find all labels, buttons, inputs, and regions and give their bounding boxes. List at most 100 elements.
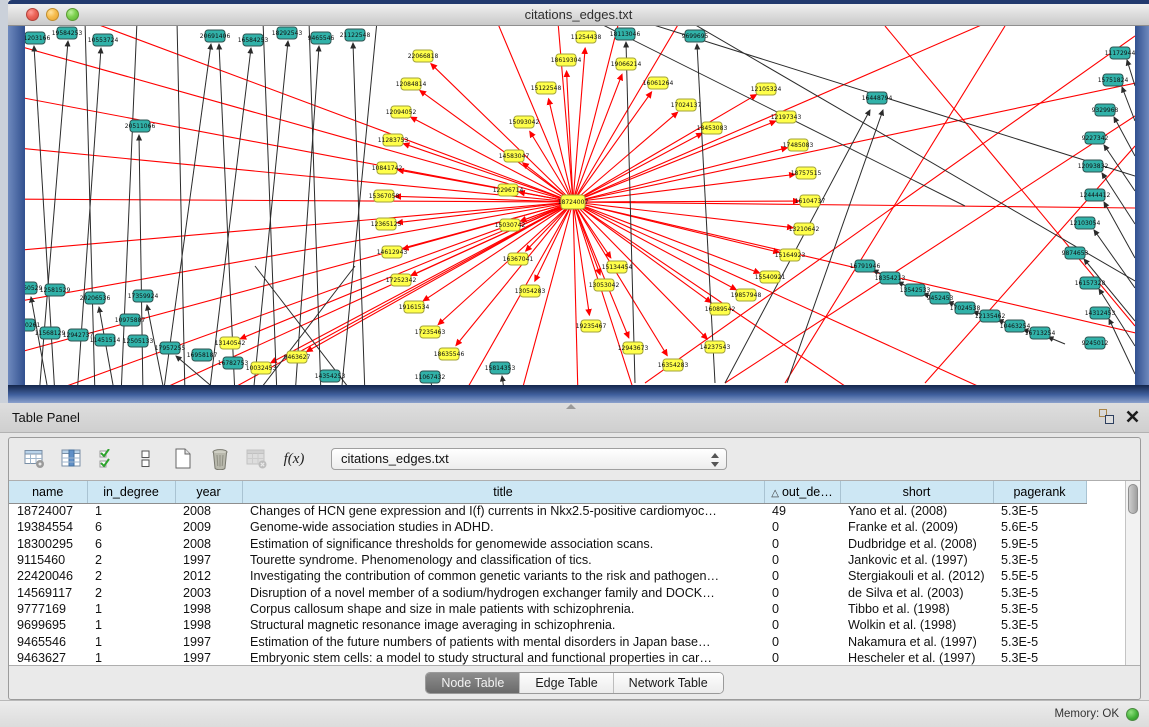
graph-edge[interactable] [626,42,635,383]
show-column-icon[interactable] [60,446,84,472]
graph-edge[interactable] [177,26,185,385]
table-cell[interactable]: Genome-wide association studies in ADHD. [242,519,764,535]
table-cell[interactable]: 1 [87,633,175,649]
scrollbar-thumb[interactable] [1128,484,1138,514]
table-cell[interactable]: Investigating the contribution of common… [242,568,764,584]
table-cell[interactable]: 5.3E-5 [993,601,1086,617]
table-cell[interactable]: Wolkin et al. (1998) [840,617,993,633]
graph-edge[interactable] [341,26,377,385]
table-cell[interactable]: 9115460 [9,552,87,568]
table-cell[interactable]: 0 [764,601,840,617]
column-header-out_de[interactable]: △out_de… [764,481,840,503]
graph-edge[interactable] [573,202,1135,385]
table-cell[interactable]: 2003 [175,584,242,600]
table-cell[interactable]: 2009 [175,519,242,535]
table-cell[interactable]: 1997 [175,650,242,666]
table-cell[interactable]: 1 [87,601,175,617]
graph-edge[interactable] [219,44,235,385]
table-row[interactable]: 977716911998Corpus callosum shape and si… [9,601,1086,617]
column-header-short[interactable]: short [840,481,993,503]
graph-edge[interactable] [573,202,667,356]
graph-edge[interactable] [1109,319,1135,374]
table-cell[interactable]: 1 [87,503,175,519]
trash-icon[interactable] [208,446,232,472]
window-titlebar[interactable]: citations_edges.txt [8,4,1149,26]
table-cell[interactable]: 5.5E-5 [993,568,1086,584]
select-columns-icon[interactable] [97,446,121,472]
table-cell[interactable]: 14569117 [9,584,87,600]
table-cell[interactable]: Stergiakouli et al. (2012) [840,568,993,584]
table-cell[interactable]: Franke et al. (2009) [840,519,993,535]
table-row[interactable]: 911546021997Tourette syndrome. Phenomeno… [9,552,1086,568]
vertical-scrollbar[interactable] [1125,481,1140,665]
table-settings-icon[interactable] [23,446,47,472]
table-cell[interactable]: 1998 [175,601,242,617]
graph-edge[interactable] [573,201,799,202]
splitter-grip-icon[interactable] [566,404,576,409]
tab-network-table[interactable]: Network Table [613,673,723,693]
table-cell[interactable]: 0 [764,584,840,600]
table-cell[interactable]: 2 [87,584,175,600]
column-header-pagerank[interactable]: pagerank [993,481,1086,503]
table-cell[interactable]: 6 [87,536,175,552]
table-cell[interactable]: Nakamura et al. (1997) [840,633,993,649]
table-cell[interactable]: 5.3E-5 [993,552,1086,568]
network-canvas[interactable]: 2206681812084814120940521128375310841742… [25,26,1135,385]
graph-edge[interactable] [209,48,251,385]
table-cell[interactable]: 0 [764,633,840,649]
table-cell[interactable]: Tibbo et al. (1998) [840,601,993,617]
graph-edge[interactable] [1122,87,1135,121]
graph-edge[interactable] [573,202,1135,385]
table-cell[interactable]: Jankovic et al. (1997) [840,552,993,568]
column-header-name[interactable]: name [9,481,87,503]
column-header-in_degree[interactable]: in_degree [87,481,175,503]
table-cell[interactable]: 5.6E-5 [993,519,1086,535]
table-cell[interactable]: 1997 [175,552,242,568]
graph-edge[interactable] [1048,337,1065,344]
graph-edge[interactable] [573,202,779,252]
table-cell[interactable]: 49 [764,503,840,519]
graph-edge[interactable] [573,202,625,385]
tab-node-table[interactable]: Node Table [426,673,519,693]
graph-edge[interactable] [573,202,707,339]
graph-edge[interactable] [645,36,1135,383]
table-cell[interactable]: 5.3E-5 [993,650,1086,666]
table-cell[interactable]: 5.3E-5 [993,503,1086,519]
column-header-title[interactable]: title [242,481,764,503]
table-cell[interactable]: 2008 [175,536,242,552]
table-cell[interactable]: 0 [764,650,840,666]
table-cell[interactable]: 9465546 [9,633,87,649]
function-builder-icon[interactable]: f(x) [282,446,306,472]
table-cell[interactable]: 18724007 [9,503,87,519]
table-cell[interactable]: 9777169 [9,601,87,617]
graph-edge[interactable] [411,202,573,275]
graph-edge[interactable] [573,202,1135,385]
graph-edge[interactable] [573,95,757,202]
table-cell[interactable]: 19384554 [9,519,87,535]
graph-edge[interactable] [353,43,365,385]
table-row[interactable]: 1938455462009Genome-wide association stu… [9,519,1086,535]
table-cell[interactable]: 2008 [175,503,242,519]
close-panel-icon[interactable] [1126,410,1139,423]
new-document-icon[interactable] [171,446,195,472]
table-cell[interactable]: 5.3E-5 [993,633,1086,649]
float-panel-icon[interactable] [1099,409,1114,424]
table-cell[interactable]: 5.3E-5 [993,617,1086,633]
column-header-year[interactable]: year [175,481,242,503]
table-row[interactable]: 1456911722003Disruption of a novel membe… [9,584,1086,600]
graph-edge[interactable] [502,376,505,385]
table-cell[interactable]: 1 [87,650,175,666]
table-row[interactable]: 946362711997Embryonic stem cells: a mode… [9,650,1086,666]
graph-edge[interactable] [1104,202,1135,258]
table-cell[interactable]: 0 [764,519,840,535]
graph-edge[interactable] [121,26,137,385]
table-cell[interactable]: 18300295 [9,536,87,552]
table-cell[interactable]: 2 [87,552,175,568]
table-cell[interactable]: 0 [764,552,840,568]
table-cell[interactable]: Structural magnetic resonance image aver… [242,617,764,633]
table-cell[interactable]: 5.9E-5 [993,536,1086,552]
table-cell[interactable]: 0 [764,617,840,633]
table-row[interactable]: 2242004622012Investigating the contribut… [9,568,1086,584]
graph-edge[interactable] [573,202,1135,385]
table-cell[interactable]: 0 [764,536,840,552]
